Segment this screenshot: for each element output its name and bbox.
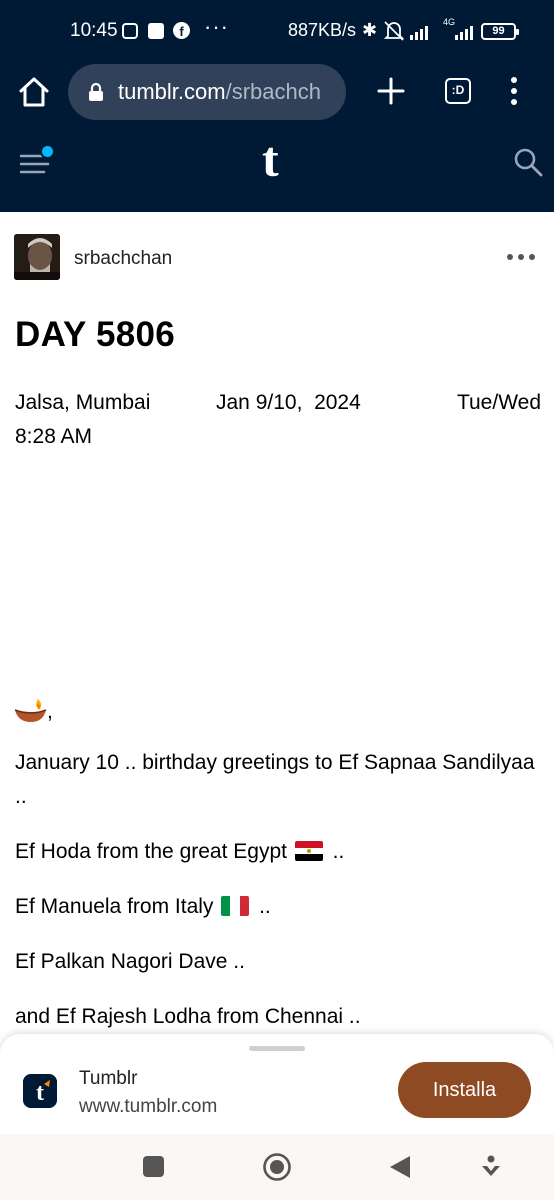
status-time: 10:45: [70, 20, 118, 41]
post-date: Jan 9/10, 2024: [216, 391, 361, 414]
lock-icon: [89, 82, 103, 101]
new-tab-button[interactable]: [372, 72, 410, 110]
bell-muted-icon: [384, 21, 404, 41]
post-title: DAY 5806: [15, 315, 176, 354]
url-domain: tumblr.com: [118, 79, 226, 104]
url-bar[interactable]: tumblr.com/srbachch: [68, 64, 346, 120]
notification-dot: [40, 144, 55, 159]
browser-header: 10:45 f ··· 887KB/s ✱ 4G 99 tumblr.com/s…: [0, 0, 554, 212]
network-speed: 887KB/s: [288, 20, 357, 40]
tabs-button[interactable]: :D: [445, 78, 471, 104]
url-text: tumblr.com/srbachch: [118, 79, 321, 105]
tumblr-app-icon: t: [23, 1074, 57, 1108]
menu-button[interactable]: [18, 144, 60, 178]
post-more-icon[interactable]: [506, 250, 536, 264]
post-author[interactable]: srbachchan: [74, 248, 172, 270]
paragraph-text: Ef Manuela from Italy: [15, 895, 214, 918]
egypt-flag-icon: [294, 841, 323, 861]
recents-button[interactable]: [143, 1156, 164, 1177]
more-notifications-icon: ···: [204, 14, 229, 39]
notification-square-icon: [148, 23, 164, 39]
post-location: Jalsa, Mumbai: [15, 391, 151, 414]
app-url: www.tumblr.com: [79, 1096, 218, 1117]
post-days: Tue/Wed: [456, 391, 541, 414]
diya-comma: ,: [47, 700, 53, 723]
svg-text:t: t: [36, 1080, 44, 1106]
sheet-handle[interactable]: [249, 1046, 305, 1051]
post-paragraph: January 10 .. birthday greetings to Ef S…: [15, 751, 535, 808]
avatar[interactable]: [14, 234, 60, 280]
back-button[interactable]: [388, 1154, 412, 1180]
italy-flag-icon: [221, 896, 250, 916]
diya-emoji-icon: [14, 699, 47, 722]
post-time: 8:28 AM: [15, 425, 93, 448]
browser-menu-button[interactable]: [500, 74, 528, 108]
hide-keyboard-icon[interactable]: [480, 1154, 502, 1180]
tumblr-nav: t: [0, 128, 554, 198]
install-button[interactable]: Installa: [398, 1062, 531, 1118]
paragraph-text: Ef Hoda from the great Egypt: [15, 840, 287, 863]
search-button[interactable]: [512, 146, 544, 178]
post-paragraph: Ef Palkan Nagori Dave ..: [15, 950, 245, 973]
post-paragraph-egypt: Ef Hoda from the great Egypt ..: [15, 835, 535, 869]
system-nav-bar: [0, 1134, 554, 1200]
home-circle-button[interactable]: [262, 1152, 292, 1182]
facebook-notification-icon: f: [173, 22, 190, 39]
post-paragraph-italy: Ef Manuela from Italy ..: [15, 890, 535, 924]
tumblr-logo[interactable]: t: [262, 134, 279, 184]
notification-app-icon: [122, 23, 138, 39]
url-path: /srbachch: [225, 79, 321, 104]
home-button[interactable]: [16, 74, 52, 110]
signal-icon: [410, 24, 428, 40]
status-bar: 10:45 f ··· 887KB/s ✱ 4G 99: [0, 0, 554, 62]
trailing-dots: ..: [253, 895, 271, 918]
trailing-dots: ..: [326, 840, 345, 863]
network-type: 4G: [443, 17, 456, 27]
post-header: srbachchan: [14, 234, 540, 282]
battery-icon: 99: [481, 23, 519, 40]
browser-toolbar: tumblr.com/srbachch :D: [0, 62, 554, 122]
avatar-image: [14, 234, 60, 280]
app-name: Tumblr: [79, 1068, 138, 1089]
post-paragraph: and Ef Rajesh Lodha from Chennai ..: [15, 1005, 361, 1028]
signal-icon-2: [455, 24, 473, 40]
bluetooth-icon: ✱: [362, 20, 378, 40]
install-banner: t Tumblr www.tumblr.com Installa: [0, 1034, 554, 1134]
